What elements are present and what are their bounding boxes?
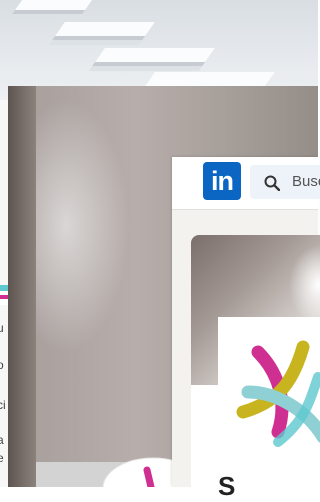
partial-org-logo [95, 448, 175, 487]
middle-window-left-strip [8, 86, 36, 487]
back-window-text-fragment: o [0, 359, 4, 371]
background-staircase-photo [0, 0, 318, 100]
back-window-text-fragment: ci [0, 399, 6, 411]
company-logo-graphic [236, 340, 320, 447]
company-page-card [191, 235, 320, 495]
back-window-text-fragment: e [0, 452, 4, 464]
search-input[interactable]: Busc [250, 165, 320, 199]
linkedin-window: in Busc S [172, 157, 320, 501]
company-logo[interactable] [218, 317, 320, 467]
back-window-text-fragment: a [0, 434, 4, 446]
back-window-accent-lines [0, 285, 8, 305]
stair-step [15, 0, 95, 10]
stair-step [145, 72, 275, 86]
back-window-edge: u o ci a e [0, 100, 8, 487]
linkedin-header: in Busc [172, 157, 320, 210]
search-icon [264, 175, 280, 191]
stair-step [55, 22, 155, 36]
search-placeholder: Busc [292, 173, 320, 190]
linkedin-logo[interactable]: in [203, 162, 241, 200]
stair-step [95, 48, 215, 62]
back-window-text-fragment: u [0, 322, 4, 334]
cover-highlight [279, 245, 320, 325]
